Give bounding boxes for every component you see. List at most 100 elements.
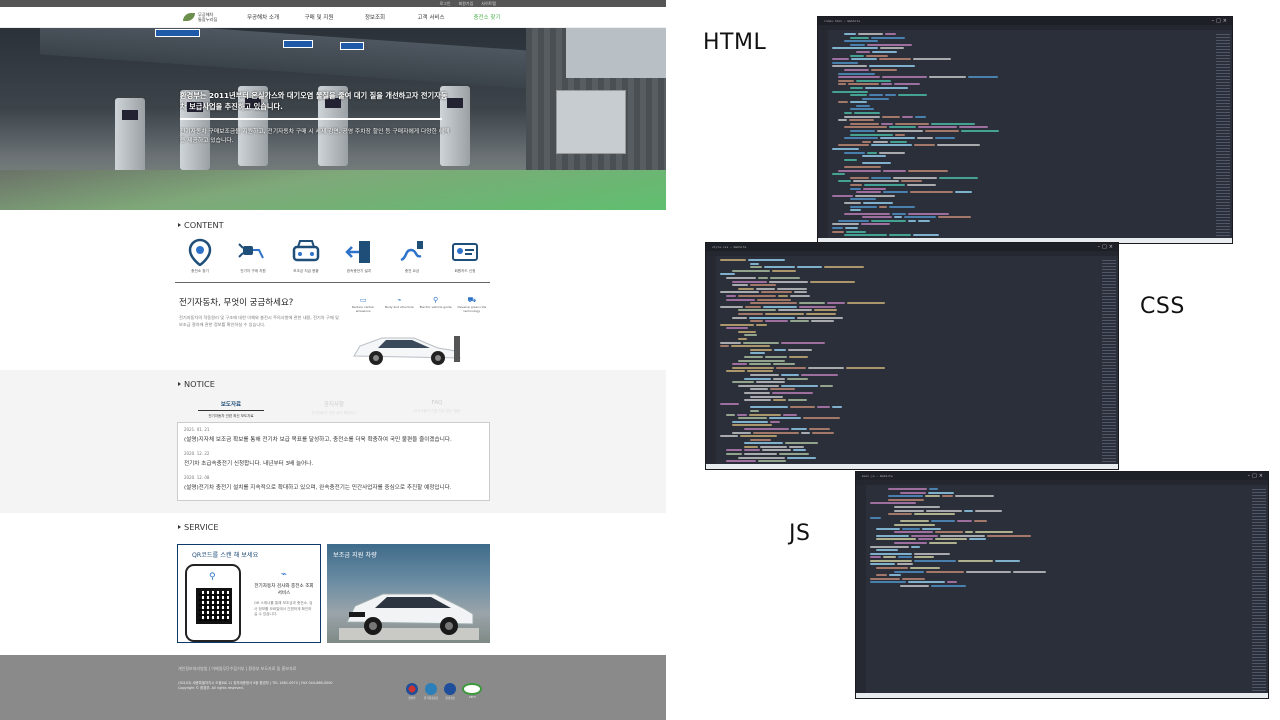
subsidy-vehicle-card[interactable]: 보조금 지원 차량 [327, 544, 490, 643]
code-area[interactable] [818, 30, 1232, 243]
tab-press[interactable]: 보도자료 전기자동차 관련 최신 보도자료 [198, 400, 264, 419]
ev-feature[interactable]: ▭ Reduce carbon emissions [346, 296, 380, 313]
code-token [908, 169, 948, 172]
code-token [969, 538, 986, 541]
code-token [922, 527, 941, 530]
code-token [765, 320, 788, 323]
window-controls-icon[interactable]: –□× [1098, 244, 1115, 250]
code-token [812, 431, 834, 434]
nav-item-support[interactable]: 고객 서비스 [403, 13, 459, 21]
code-area[interactable] [706, 256, 1118, 466]
code-token [758, 460, 786, 463]
hero-title: 환경부는 2011년부터 온실가스와 대기오염 물질을 줄여 대기 질을 개선하… [180, 91, 448, 111]
code-token [838, 219, 869, 222]
code-token [769, 417, 801, 420]
tab-notice[interactable]: 공지사항 전기자동차 관련 공지 확인하기 [301, 400, 367, 419]
code-token [925, 495, 940, 498]
list-item[interactable]: 2020. 12. 08 (설명)전기차 충전기 설치를 지속적으로 확대하고 … [184, 475, 483, 491]
utility-bar: 로그인 회원가입 사이트맵 [0, 0, 666, 7]
site-logo[interactable]: 무공해차 통합누리집 [183, 12, 235, 22]
quick-menu-item[interactable]: 충전소 찾기 [175, 238, 225, 274]
minimap[interactable] [1216, 32, 1230, 236]
code-token [928, 491, 954, 494]
js-label: JS [789, 521, 811, 546]
code-token [773, 377, 785, 380]
code-token [731, 345, 770, 348]
quick-menu-item[interactable]: 보조금 지급 현황 [281, 238, 331, 274]
code-token [772, 269, 796, 272]
code-token [856, 104, 870, 107]
ev-feature[interactable]: ⛟ Develop green ride technology [455, 296, 489, 313]
window-title: style.css — WebSite [712, 245, 747, 249]
code-token [850, 54, 864, 57]
qr-side-desc: QR 스캐너를 통해 보조금과 충전소, 검사 정보를 모바일에서 간편하게 확… [254, 601, 313, 616]
code-token [750, 352, 765, 355]
agency-logo[interactable]: 한국환경공단 [424, 683, 438, 700]
window-controls-icon[interactable]: –□× [1248, 473, 1265, 479]
hero-description: 전기자동차 구매보조금을 지원하고, 전기자동차 구매 시 세제 감면, 공영 … [180, 129, 450, 144]
code-token [863, 187, 886, 190]
html-editor-window[interactable]: index.html — WebSite –□× [817, 16, 1233, 244]
code-token [871, 219, 906, 222]
code-token [720, 291, 759, 294]
code-token [957, 520, 972, 523]
nav-item-intro[interactable]: 무공해차 소개 [235, 13, 291, 21]
code-token [897, 563, 913, 566]
ev-feature[interactable]: ⚲ Electric vehicle guide [419, 296, 453, 313]
code-token [726, 453, 742, 456]
code-token [738, 338, 747, 341]
css-editor-window[interactable]: style.css — WebSite –□× [705, 242, 1119, 470]
code-token [964, 509, 973, 512]
list-item[interactable]: 2021. 01. 21 (설명)지자체 보조금 확보를 통해 전기차 보급 목… [184, 427, 483, 443]
ev-sign [155, 29, 200, 37]
nav-item-station[interactable]: 충전소 찾기 [459, 13, 515, 21]
minimap[interactable] [1252, 487, 1266, 691]
code-token [850, 133, 893, 136]
list-item[interactable]: 2020. 12. 22 전기차 초급속충전기 신청합니다. 내년부터 3배 늘… [184, 451, 483, 467]
code-token [817, 406, 830, 409]
charging-canopy [40, 28, 600, 94]
code-token [761, 291, 792, 294]
minimap[interactable] [1102, 258, 1116, 462]
code-token [756, 323, 767, 326]
code-token [750, 438, 771, 441]
sitemap-link[interactable]: 사이트맵 [481, 1, 496, 7]
code-token [975, 531, 1013, 534]
js-editor-window[interactable]: main.js — WebSite –□× [855, 471, 1269, 699]
code-token [781, 374, 799, 376]
code-token [838, 169, 881, 172]
code-token [844, 165, 881, 168]
code-token [850, 183, 862, 186]
code-token [743, 341, 779, 344]
ev-feature[interactable]: ⌁ Body and structure [382, 296, 416, 313]
agency-logo[interactable]: 환경정보 [444, 683, 457, 700]
ev-car-illustration [353, 336, 461, 365]
code-token [955, 191, 972, 194]
code-token [876, 534, 909, 537]
code-area[interactable] [856, 485, 1268, 693]
quick-menu-item[interactable]: 전기차 구매 지원 [228, 238, 278, 274]
quick-menu-item[interactable]: 회원카드 신청 [440, 238, 490, 274]
footer-links[interactable]: 개인정보처리방침 | 이메일무단수집거부 | 환경부 보도자료 및 홍보자료 [178, 666, 296, 672]
code-token [763, 305, 797, 308]
code-token [801, 431, 810, 434]
phone-mockup: ⚲ [185, 564, 241, 642]
nav-item-purchase[interactable]: 구매 및 지원 [291, 13, 347, 21]
code-token [879, 58, 911, 61]
agency-logo[interactable]: KEITI [462, 683, 483, 700]
signup-link[interactable]: 회원가입 [459, 1, 474, 7]
login-link[interactable]: 로그인 [439, 1, 450, 7]
window-controls-icon[interactable]: –□× [1212, 18, 1229, 24]
quick-menu-item[interactable]: 충전 요금 [387, 238, 437, 274]
code-token [832, 406, 842, 409]
quick-menu-item[interactable]: 완속충전기 설치 [334, 238, 384, 274]
tab-faq[interactable]: FAQ 전기자동차 관련 자주 묻는 질문 [404, 400, 470, 419]
ev-plug-icon [238, 243, 264, 259]
qr-service-card[interactable]: QR코드를 스캔 해 보세요 ⚲ ⌁ 전기자동차 검사와 충전소 조회 서비스 … [177, 544, 321, 643]
nav-item-info[interactable]: 정보조회 [347, 13, 403, 21]
code-token [910, 191, 953, 194]
code-token [888, 498, 924, 501]
code-token [888, 513, 912, 516]
code-token [876, 567, 908, 570]
agency-logo[interactable]: 환경부 [406, 683, 418, 700]
